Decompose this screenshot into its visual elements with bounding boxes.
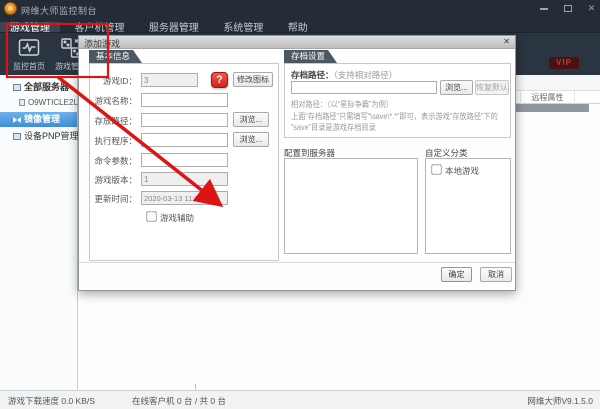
add-game-dialog: 添加游戏 ✕ 基本信息 游戏ID： ? 修改图标 游戏名称： 存放路径： 浏览.… xyxy=(78,35,516,291)
servers-icon xyxy=(13,84,21,91)
storage-path-field[interactable] xyxy=(141,113,228,127)
dialog-title: 添加游戏 xyxy=(84,37,120,50)
game-version-field[interactable] xyxy=(141,172,228,186)
maximize-icon xyxy=(564,5,572,12)
dialog-close-icon[interactable]: ✕ xyxy=(503,37,510,46)
tab-archive-settings: 存档设置 xyxy=(284,50,337,63)
change-icon-button[interactable]: 修改图标 xyxy=(233,72,273,87)
sidebar-item-server[interactable]: O9WTICLE2LKIVT2 ( xyxy=(0,96,77,110)
update-time-label: 更新时间： xyxy=(85,193,137,205)
game-name-label: 游戏名称： xyxy=(85,95,137,107)
archive-desc-line2: “save”目录是游戏存档目录 xyxy=(291,122,376,133)
app-logo-icon xyxy=(4,2,17,15)
column-header[interactable]: 远程属性 xyxy=(521,91,575,104)
help-icon[interactable]: ? xyxy=(211,72,228,88)
custom-category-box: 本地游戏 xyxy=(425,158,511,254)
app-version: 网维大师V9.1.5.0 xyxy=(527,395,593,407)
maximize-button[interactable] xyxy=(558,1,577,15)
relative-path-note: 相对路径：（以“星际争霸”为例） xyxy=(291,99,393,110)
window-title: 网维大师监控制台 xyxy=(21,4,97,17)
sidebar: 全部服务器 O9WTICLE2LKIVT2 ( 镜像管理 设备PNP管理 xyxy=(0,75,78,390)
game-id-field[interactable] xyxy=(141,73,198,87)
storage-path-label: 存放路径： xyxy=(85,115,137,127)
game-version-label: 游戏版本： xyxy=(85,174,137,186)
close-button[interactable]: ✕ xyxy=(582,1,600,15)
dialog-titlebar[interactable]: 添加游戏 ✕ xyxy=(79,36,515,49)
ok-button[interactable]: 确定 xyxy=(441,267,472,282)
cancel-button[interactable]: 取消 xyxy=(480,267,512,282)
local-game-checkbox[interactable] xyxy=(431,164,441,174)
game-id-label: 游戏ID： xyxy=(85,75,137,87)
online-clients: 在线客户机 0 台 / 共 0 台 xyxy=(132,395,226,407)
download-speed: 游戏下载速度 0.0 KB/S xyxy=(8,395,95,407)
archive-settings-group: 存档路径：（支持相对路径） 浏览... 恢复默认 相对路径：（以“星际争霸”为例… xyxy=(284,63,511,138)
game-assist-option[interactable]: 游戏辅助 xyxy=(145,210,194,224)
menubar: 游戏管理 客户机管理 服务器管理 系统管理 帮助 xyxy=(0,18,600,32)
game-name-field[interactable] xyxy=(141,93,228,107)
toolbar-monitor-home[interactable]: 监控首页 xyxy=(6,36,52,72)
statusbar: 游戏下载速度 0.0 KB/S 在线客户机 0 台 / 共 0 台 网维大师V9… xyxy=(0,390,600,409)
sidebar-item-device-pnp[interactable]: 设备PNP管理 xyxy=(0,129,77,143)
server-node-icon xyxy=(19,99,25,106)
browse-archive-button[interactable]: 浏览... xyxy=(440,80,473,95)
device-icon xyxy=(13,133,21,140)
exec-program-field[interactable] xyxy=(141,133,228,147)
monitor-pulse-icon xyxy=(6,36,52,60)
browse-storage-button[interactable]: 浏览... xyxy=(233,112,269,127)
exec-program-label: 执行程序： xyxy=(85,135,137,147)
restore-default-button[interactable]: 恢复默认 xyxy=(475,80,509,95)
sidebar-item-mirror-management[interactable]: 镜像管理 xyxy=(0,112,77,127)
titlebar: 网维大师监控制台 ✕ xyxy=(0,0,600,18)
local-game-option[interactable]: 本地游戏 xyxy=(430,163,479,177)
dialog-separator xyxy=(79,262,515,263)
app-window: 网维大师监控制台 ✕ 游戏管理 客户机管理 服务器管理 系统管理 帮助 监控首页 xyxy=(0,0,600,409)
cmd-params-field[interactable] xyxy=(141,153,228,167)
update-time-field[interactable] xyxy=(141,191,228,205)
minimize-button[interactable] xyxy=(534,1,553,15)
archive-path-field[interactable] xyxy=(291,81,437,94)
close-icon: ✕ xyxy=(588,3,596,13)
archive-path-label: 存档路径：（支持相对路径） xyxy=(291,69,397,81)
browse-exec-button[interactable]: 浏览... xyxy=(233,132,269,147)
archive-desc-line1: 上面“存档路径”只需填写“\save\*.*”即可，表示游戏“存放路径”下的 xyxy=(291,111,498,122)
sidebar-item-all-servers[interactable]: 全部服务器 xyxy=(0,80,77,94)
deploy-servers-listbox[interactable] xyxy=(284,158,418,254)
minimize-icon xyxy=(540,8,548,10)
vip-badge[interactable]: VIP xyxy=(549,57,579,69)
cmd-params-label: 命令参数： xyxy=(85,155,137,167)
game-assist-checkbox[interactable] xyxy=(146,211,156,221)
tab-basic-info: 基本信息 xyxy=(89,50,142,63)
